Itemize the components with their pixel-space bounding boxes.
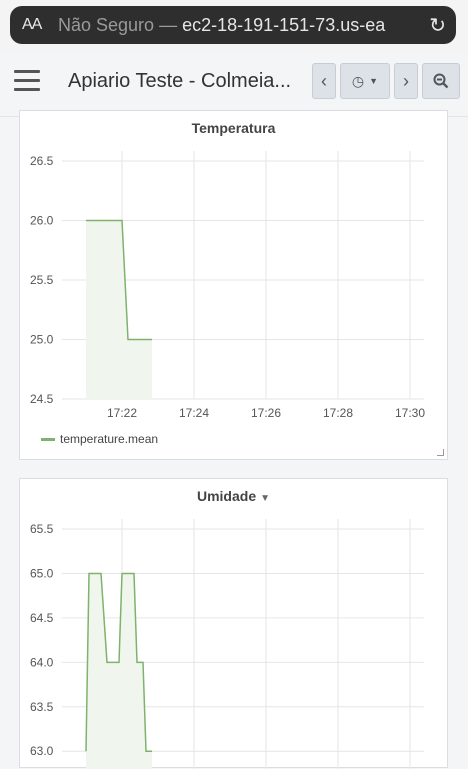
legend-swatch — [41, 437, 55, 441]
x-tick-label: 17:22 — [107, 406, 137, 420]
zoom-out-button[interactable] — [422, 63, 460, 99]
y-tick-label: 64.0 — [30, 655, 54, 669]
x-tick-label: 17:28 — [323, 406, 353, 420]
x-tick-label: 17:30 — [395, 406, 425, 420]
reader-options-button[interactable]: AA — [22, 16, 58, 34]
y-tick-label: 65.5 — [30, 522, 54, 536]
y-tick-label: 24.5 — [30, 392, 54, 406]
caret-down-icon: ▼ — [369, 76, 379, 86]
time-picker-button[interactable]: ◷ ▼ — [340, 63, 390, 99]
humidity-chart: 65.5 65.0 64.5 64.0 63.5 63.0 — [30, 519, 424, 769]
chevron-right-icon: › — [403, 70, 409, 91]
humidity-panel: Umidade ▼ 65.5 65.0 64.5 64.0 63.5 63.0 — [19, 478, 448, 769]
temperature-panel: Temperatura 26.5 26.0 25.5 25.0 24.5 17:22 17:… — [19, 110, 448, 460]
time-shift-forward-button[interactable]: › — [394, 63, 418, 99]
x-tick-label: 17:26 — [251, 406, 281, 420]
series-area — [86, 220, 152, 399]
dashboard-title[interactable]: Apiario Teste - Colmeia... — [68, 70, 291, 93]
legend-item[interactable]: temperature.mean — [41, 432, 158, 446]
y-tick-label: 63.0 — [30, 744, 54, 758]
address-bar[interactable]: AA Não Seguro — ec2-18-191-151-73.us-ea … — [10, 6, 456, 44]
url-host: ec2-18-191-151-73.us-ea — [182, 14, 386, 35]
clock-icon: ◷ — [351, 72, 365, 89]
y-tick-label: 63.5 — [30, 700, 54, 714]
temperature-chart: 26.5 26.0 25.5 25.0 24.5 17:22 17:24 17:26 17:28… — [30, 151, 425, 420]
hamburger-icon[interactable] — [14, 70, 40, 92]
time-shift-back-button[interactable]: ‹ — [312, 63, 336, 99]
zoom-out-icon — [433, 73, 449, 89]
y-tick-label: 26.0 — [30, 214, 54, 228]
y-tick-label: 25.0 — [30, 333, 54, 347]
x-tick-label: 17:24 — [179, 406, 209, 420]
y-tick-label: 64.5 — [30, 611, 54, 625]
y-tick-label: 26.5 — [30, 154, 54, 168]
legend-label: temperature.mean — [60, 432, 159, 446]
resize-handle[interactable] — [437, 449, 444, 456]
y-tick-label: 25.5 — [30, 273, 54, 287]
series-area — [86, 573, 152, 769]
y-tick-label: 65.0 — [30, 566, 54, 580]
browser-toolbar: AA Não Seguro — ec2-18-191-151-73.us-ea … — [0, 0, 468, 52]
reload-icon[interactable]: ↻ — [420, 13, 446, 38]
security-warning: Não Seguro — — [58, 14, 178, 35]
chevron-left-icon: ‹ — [321, 70, 327, 91]
url-text[interactable]: Não Seguro — ec2-18-191-151-73.us-ea — [58, 15, 420, 36]
dashboard-navbar: Apiario Teste - Colmeia... ‹ ◷ ▼ › — [0, 52, 468, 117]
